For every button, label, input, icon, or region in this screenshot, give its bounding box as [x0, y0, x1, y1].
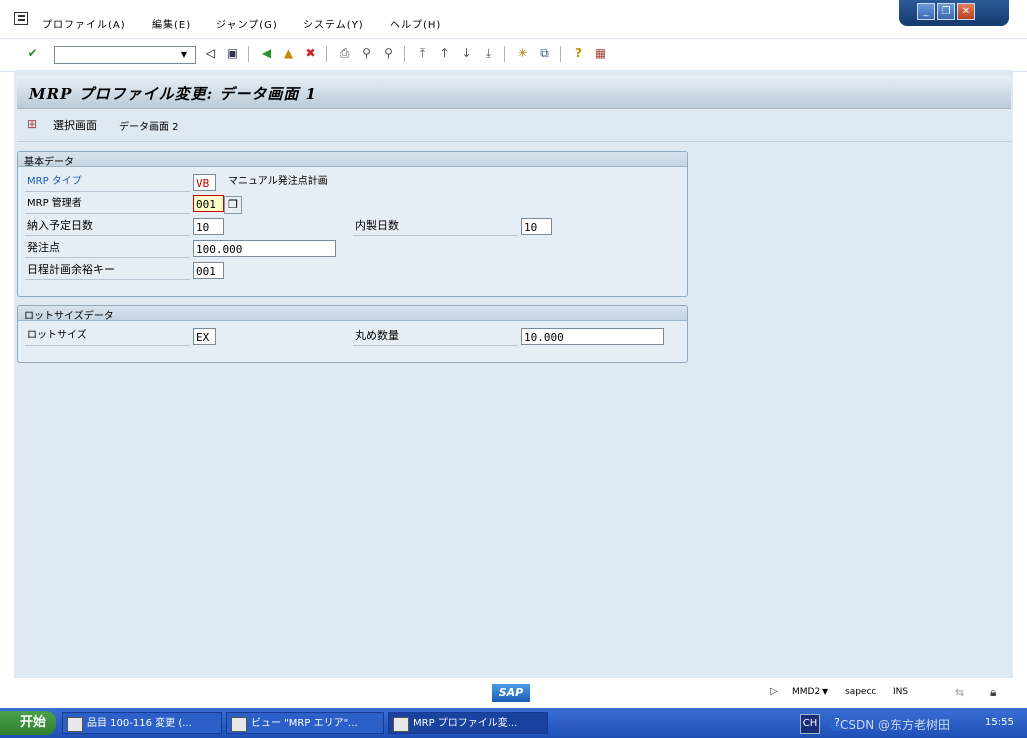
next-page-icon[interactable]: ↓: [458, 45, 475, 62]
basic-data-group: 基本データ: [17, 151, 688, 297]
label-underline: [353, 345, 518, 346]
chevron-down-icon[interactable]: ▼: [176, 47, 192, 63]
mrp-type-description: マニュアル発注点計画: [228, 176, 328, 187]
label-underline: [25, 191, 190, 192]
previous-page-icon[interactable]: ↑: [436, 45, 453, 62]
label-underline: [25, 257, 190, 258]
sap-logo: SAP: [492, 684, 530, 702]
help-icon[interactable]: ?: [570, 45, 587, 62]
mrp-controller-label: MRP 管理者: [27, 198, 82, 209]
standard-toolbar: ✔ ▼ ◁ ▣ ◀ ▲ ✖ ⎙ ⚲ ⚲ ⤒ ↑ ↓ ⤓ ✳ ⧉ ? ▦: [0, 38, 1027, 72]
toolbar-separator: [504, 46, 505, 62]
find-next-icon[interactable]: ⚲: [380, 45, 397, 62]
lock-icon[interactable]: 🔒︎: [990, 685, 996, 700]
system-tcode: MMD2: [792, 687, 821, 697]
label-underline: [25, 345, 190, 346]
toolbar-separator: [248, 46, 249, 62]
window-icon: [393, 717, 409, 732]
application-toolbar: ⊞ 選択画面 データ画面 2: [17, 109, 1011, 142]
reorder-point-field[interactable]: 100.000: [193, 240, 336, 257]
maximize-button[interactable]: ❐: [937, 3, 955, 20]
lot-size-label: ロットサイズ: [27, 330, 87, 341]
mrp-controller-field[interactable]: 001: [193, 195, 224, 212]
find-icon[interactable]: ⚲: [358, 45, 375, 62]
back-arrow-icon[interactable]: ◁: [202, 45, 219, 62]
data-screen-2-button[interactable]: データ画面 2: [119, 118, 179, 133]
layout-menu-icon[interactable]: ▦: [592, 45, 609, 62]
group-title: 基本データ: [24, 157, 74, 168]
group-header: 基本データ: [18, 152, 687, 168]
taskbar-item-active[interactable]: MRP プロファイル変...: [388, 712, 548, 734]
value-help-icon[interactable]: ❐: [224, 196, 242, 214]
chevron-down-icon[interactable]: ▼: [822, 687, 828, 696]
label-underline: [353, 235, 518, 236]
toolbar-separator: [560, 46, 561, 62]
taskbar-item[interactable]: 品目 100-116 変更 (...: [62, 712, 222, 734]
inhouse-production-field[interactable]: 10: [521, 218, 552, 235]
planned-delivery-field[interactable]: 10: [193, 218, 224, 235]
new-session-icon[interactable]: ✳: [514, 45, 531, 62]
mrp-type-label: MRP タイプ: [27, 176, 82, 187]
group-title: ロットサイズデータ: [24, 311, 114, 322]
rounding-value-label: 丸め数量: [355, 329, 399, 342]
toolbar-separator: [404, 46, 405, 62]
schedmargin-key-field[interactable]: 001: [193, 262, 224, 279]
rounding-value-field[interactable]: 10.000: [521, 328, 664, 345]
toolbar-separator: [326, 46, 327, 62]
menu-profile[interactable]: プロファイル(A): [42, 16, 126, 31]
minimize-button[interactable]: _: [917, 3, 935, 20]
close-button[interactable]: ✕: [957, 3, 975, 20]
connection-icon: ⇆: [955, 686, 965, 699]
menu-system[interactable]: システム(Y): [303, 16, 364, 31]
mrp-type-field[interactable]: VB: [193, 174, 216, 191]
back-icon[interactable]: ◀: [258, 45, 275, 62]
selection-screen-icon[interactable]: ⊞: [27, 117, 41, 131]
shortcut-icon[interactable]: ⧉: [536, 45, 553, 62]
title-bar: MRP プロファイル変更: データ画面 1: [17, 76, 1011, 109]
clock: 15:55: [985, 717, 1014, 728]
status-bar: SAP ▷ MMD2 ▼ sapecc INS ⇆ 🔒︎: [0, 678, 1027, 708]
language-indicator[interactable]: CH: [800, 714, 820, 734]
lot-size-field[interactable]: EX: [193, 328, 216, 345]
save-icon[interactable]: ▣: [224, 45, 241, 62]
enter-check-icon[interactable]: ✔: [24, 45, 41, 62]
taskbar-item[interactable]: ビュー "MRP エリア"...: [226, 712, 384, 734]
label-underline: [25, 279, 190, 280]
insert-mode: INS: [893, 687, 909, 697]
reorder-point-label: 発注点: [27, 241, 60, 254]
menu-bar: プロファイル(A) 編集(E) ジャンプ(G) システム(Y) ヘルプ(H) _…: [0, 0, 1027, 38]
label-underline: [25, 235, 190, 236]
menu-goto[interactable]: ジャンプ(G): [216, 16, 278, 31]
print-icon[interactable]: ⎙: [336, 45, 353, 62]
start-button[interactable]: 开始: [0, 711, 56, 735]
inhouse-production-label: 内製日数: [355, 219, 399, 232]
group-header: ロットサイズデータ: [18, 306, 687, 322]
selection-screen-button[interactable]: 選択画面: [53, 117, 97, 133]
cancel-icon[interactable]: ✖: [302, 45, 319, 62]
taskbar: 开始 品目 100-116 変更 (... ビュー "MRP エリア"... M…: [0, 708, 1027, 738]
menu-edit[interactable]: 編集(E): [152, 16, 191, 31]
menu-icon[interactable]: [14, 12, 28, 25]
window-icon: [67, 717, 83, 732]
window-icon: [231, 717, 247, 732]
first-page-icon[interactable]: ⤒: [414, 45, 431, 62]
menu-help[interactable]: ヘルプ(H): [390, 16, 441, 31]
label-underline: [25, 213, 190, 214]
command-field[interactable]: [54, 46, 196, 64]
server-name: sapecc: [845, 687, 877, 697]
window-controls: _ ❐ ✕: [899, 0, 1009, 26]
exit-icon[interactable]: ▲: [280, 45, 297, 62]
last-page-icon[interactable]: ⤓: [480, 45, 497, 62]
watermark: CSDN @东方老树田: [840, 718, 951, 732]
planned-delivery-label: 納入予定日数: [27, 219, 93, 232]
schedmargin-key-label: 日程計画余裕キー: [27, 263, 115, 276]
page-title: MRP プロファイル変更: データ画面 1: [29, 85, 317, 103]
triangle-right-icon[interactable]: ▷: [770, 686, 778, 697]
